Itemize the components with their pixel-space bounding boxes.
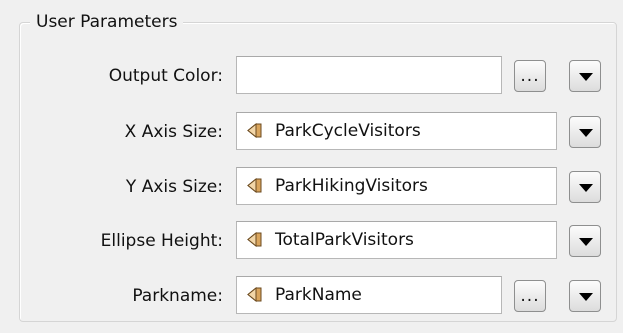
x-axis-size-dropdown-button[interactable] (569, 116, 601, 148)
chevron-down-icon (579, 238, 593, 246)
parkname-ellipsis-button[interactable]: ... (514, 280, 546, 312)
output-color-label: Output Color: (108, 66, 223, 86)
x-axis-size-label: X Axis Size: (124, 122, 223, 142)
chevron-down-icon (579, 293, 593, 301)
parkname-dropdown-button[interactable] (569, 280, 601, 312)
y-axis-size-row: Y Axis Size: ParkHikingVisitors (0, 167, 623, 207)
output-color-dropdown-button[interactable] (569, 60, 601, 92)
attribute-icon (247, 231, 262, 248)
ellipse-height-field[interactable]: TotalParkVisitors (236, 221, 557, 259)
attribute-icon (247, 177, 262, 194)
output-color-field[interactable] (236, 56, 502, 94)
x-axis-size-value: ParkCycleVisitors (275, 121, 421, 141)
chevron-down-icon (579, 73, 593, 81)
chevron-down-icon (579, 129, 593, 137)
parkname-field[interactable]: ParkName (236, 276, 502, 314)
group-title: User Parameters (30, 9, 184, 35)
y-axis-size-label: Y Axis Size: (125, 177, 223, 197)
output-color-row: Output Color: ... (0, 56, 623, 96)
parkname-row: Parkname: ParkName ... (0, 276, 623, 316)
output-color-ellipsis-button[interactable]: ... (514, 60, 546, 92)
y-axis-size-field[interactable]: ParkHikingVisitors (236, 167, 557, 205)
attribute-icon (247, 286, 262, 303)
ellipse-height-value: TotalParkVisitors (275, 230, 414, 250)
ellipse-height-row: Ellipse Height: TotalParkVisitors (0, 221, 623, 261)
y-axis-size-dropdown-button[interactable] (569, 171, 601, 203)
x-axis-size-field[interactable]: ParkCycleVisitors (236, 112, 557, 150)
ellipse-height-dropdown-button[interactable] (569, 225, 601, 257)
parkname-value: ParkName (275, 285, 362, 305)
chevron-down-icon (579, 184, 593, 192)
parkname-label: Parkname: (132, 286, 223, 306)
ellipse-height-label: Ellipse Height: (100, 231, 223, 251)
attribute-icon (247, 122, 262, 139)
y-axis-size-value: ParkHikingVisitors (275, 176, 428, 196)
x-axis-size-row: X Axis Size: ParkCycleVisitors (0, 112, 623, 152)
